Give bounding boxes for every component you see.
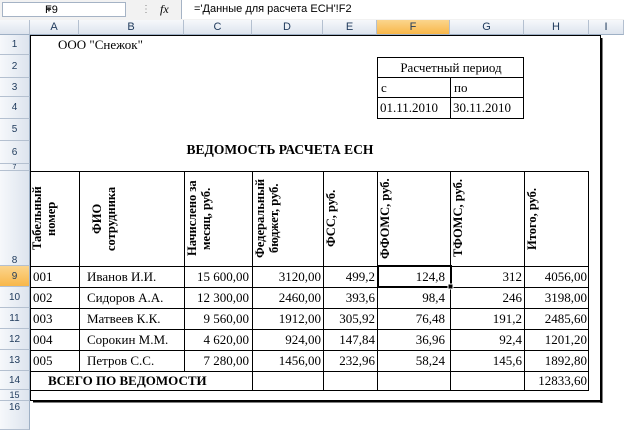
column-header-a[interactable]: A (30, 20, 79, 35)
period-from-label[interactable]: с (381, 80, 387, 96)
cell-id[interactable]: 002 (33, 290, 53, 306)
name-box[interactable]: F9 ▼ (2, 2, 126, 17)
cell-total[interactable]: 2485,60 (525, 311, 587, 327)
header-fss[interactable]: ФСС, руб. (324, 173, 377, 264)
header-ffoms[interactable]: ФФОМС, руб. (378, 173, 450, 264)
row-header-7[interactable]: 7 (0, 164, 30, 171)
header-tab-number[interactable]: Табельный номер (30, 173, 78, 264)
cell-accrued[interactable]: 7 280,00 (185, 353, 250, 369)
header-total[interactable]: Итого, руб. (525, 173, 588, 264)
cell-id[interactable]: 003 (33, 311, 53, 327)
row-header-3[interactable]: 3 (0, 78, 30, 97)
cell-name[interactable]: Сорокин М.М. (87, 332, 168, 348)
report-title[interactable]: ВЕДОМОСТЬ РАСЧЕТА ЕСН (30, 142, 530, 158)
cell-total[interactable]: 3198,00 (525, 290, 587, 306)
cell-accrued[interactable]: 9 560,00 (185, 311, 250, 327)
row-header-1[interactable]: 1 (0, 35, 30, 55)
cell-id[interactable]: 001 (33, 269, 53, 285)
cell-id[interactable]: 005 (33, 353, 53, 369)
cell-fed[interactable]: 924,00 (253, 332, 321, 348)
column-header-i[interactable]: I (589, 20, 624, 35)
formula-input[interactable]: ='Данные для расчета ЕСН'!F2 (181, 0, 624, 19)
row-header-5[interactable]: 5 (0, 119, 30, 141)
row-header-6[interactable]: 6 (0, 141, 30, 164)
formula-bar-separator: ⋮ (141, 4, 151, 15)
column-header-d[interactable]: D (252, 20, 323, 35)
column-header-c[interactable]: C (184, 20, 252, 35)
column-header-f[interactable]: F (377, 20, 450, 35)
column-header-b[interactable]: B (79, 20, 184, 35)
column-header-g[interactable]: G (450, 20, 524, 35)
row-header-12[interactable]: 12 (0, 329, 30, 350)
cell-fed[interactable]: 2460,00 (253, 290, 321, 306)
cell-total[interactable]: 4056,00 (525, 269, 587, 285)
cell-ffoms[interactable]: 36,96 (378, 332, 445, 348)
cell-fed[interactable]: 1912,00 (253, 311, 321, 327)
column-header-h[interactable]: H (524, 20, 589, 35)
cell-accrued[interactable]: 15 600,00 (185, 269, 249, 285)
row-header-13[interactable]: 13 (0, 350, 30, 371)
total-label[interactable]: ВСЕГО ПО ВЕДОМОСТИ (48, 373, 207, 389)
row-header-14[interactable]: 14 (0, 371, 30, 390)
cell-fed[interactable]: 1456,00 (253, 353, 321, 369)
cell-ffoms[interactable]: 98,4 (378, 290, 445, 306)
column-header-e[interactable]: E (323, 20, 377, 35)
header-tfoms[interactable]: ТФОМС, руб. (451, 173, 524, 264)
select-all-corner[interactable] (0, 20, 30, 35)
row-header-2[interactable]: 2 (0, 55, 30, 78)
row-header-4[interactable]: 4 (0, 97, 30, 119)
fx-icon[interactable]: fx (160, 2, 169, 17)
cell-accrued[interactable]: 4 620,00 (185, 332, 250, 348)
period-to-label[interactable]: по (454, 80, 467, 96)
cell-total[interactable]: 1892,80 (525, 353, 587, 369)
period-to-date[interactable]: 30.11.2010 (453, 100, 511, 116)
total-value[interactable]: 12833,60 (525, 373, 587, 389)
period-label[interactable]: Расчетный период (378, 60, 524, 76)
cell-fss[interactable]: 305,92 (324, 311, 375, 327)
cell-fss[interactable]: 232,96 (324, 353, 375, 369)
cell-accrued[interactable]: 12 300,00 (185, 290, 249, 306)
cell-ffoms[interactable]: 76,48 (378, 311, 445, 327)
row-header-15[interactable]: 15 (0, 390, 30, 401)
period-from-date[interactable]: 01.11.2010 (380, 100, 438, 116)
cell-id[interactable]: 004 (33, 332, 53, 348)
cell-ffoms[interactable]: 58,24 (378, 353, 445, 369)
cell-tfoms[interactable]: 191,2 (451, 311, 522, 327)
row-header-8[interactable]: 8 (0, 171, 30, 266)
cell-tfoms[interactable]: 92,4 (451, 332, 522, 348)
header-federal-budget[interactable]: Федеральный бюджет, руб. (253, 173, 323, 264)
cell-name[interactable]: Сидоров А.А. (87, 290, 163, 306)
row-header-16[interactable]: 16 (0, 401, 30, 430)
cell-total[interactable]: 1201,20 (525, 332, 587, 348)
cell-tfoms[interactable]: 246 (451, 290, 523, 306)
cell-name[interactable]: Петров С.С. (87, 353, 154, 369)
cell-fss[interactable]: 393,6 (324, 290, 375, 306)
cell-name[interactable]: Матвеев К.К. (87, 311, 161, 327)
cell-name[interactable]: Иванов И.И. (87, 269, 156, 285)
cell-fed[interactable]: 3120,00 (253, 269, 321, 285)
cell-tfoms[interactable]: 145,6 (451, 353, 522, 369)
cell-tfoms[interactable]: 312 (451, 269, 523, 285)
cell-fss[interactable]: 147,84 (324, 332, 375, 348)
row-header-9[interactable]: 9 (0, 266, 30, 287)
row-header-10[interactable]: 10 (0, 287, 30, 308)
company-name[interactable]: ООО "Снежок" (58, 37, 143, 53)
cell-fss[interactable]: 499,2 (324, 269, 375, 285)
header-accrued[interactable]: Начислено за месяц, руб. (185, 173, 251, 264)
formula-bar: F9 ▼ ⋮ fx ='Данные для расчета ЕСН'!F2 (0, 0, 624, 21)
row-header-11[interactable]: 11 (0, 308, 30, 329)
chevron-down-icon[interactable]: ▼ (45, 5, 123, 14)
cell-ffoms[interactable]: 124,8 (378, 269, 445, 285)
header-employee-name[interactable]: ФИО сотрудника (90, 173, 170, 264)
